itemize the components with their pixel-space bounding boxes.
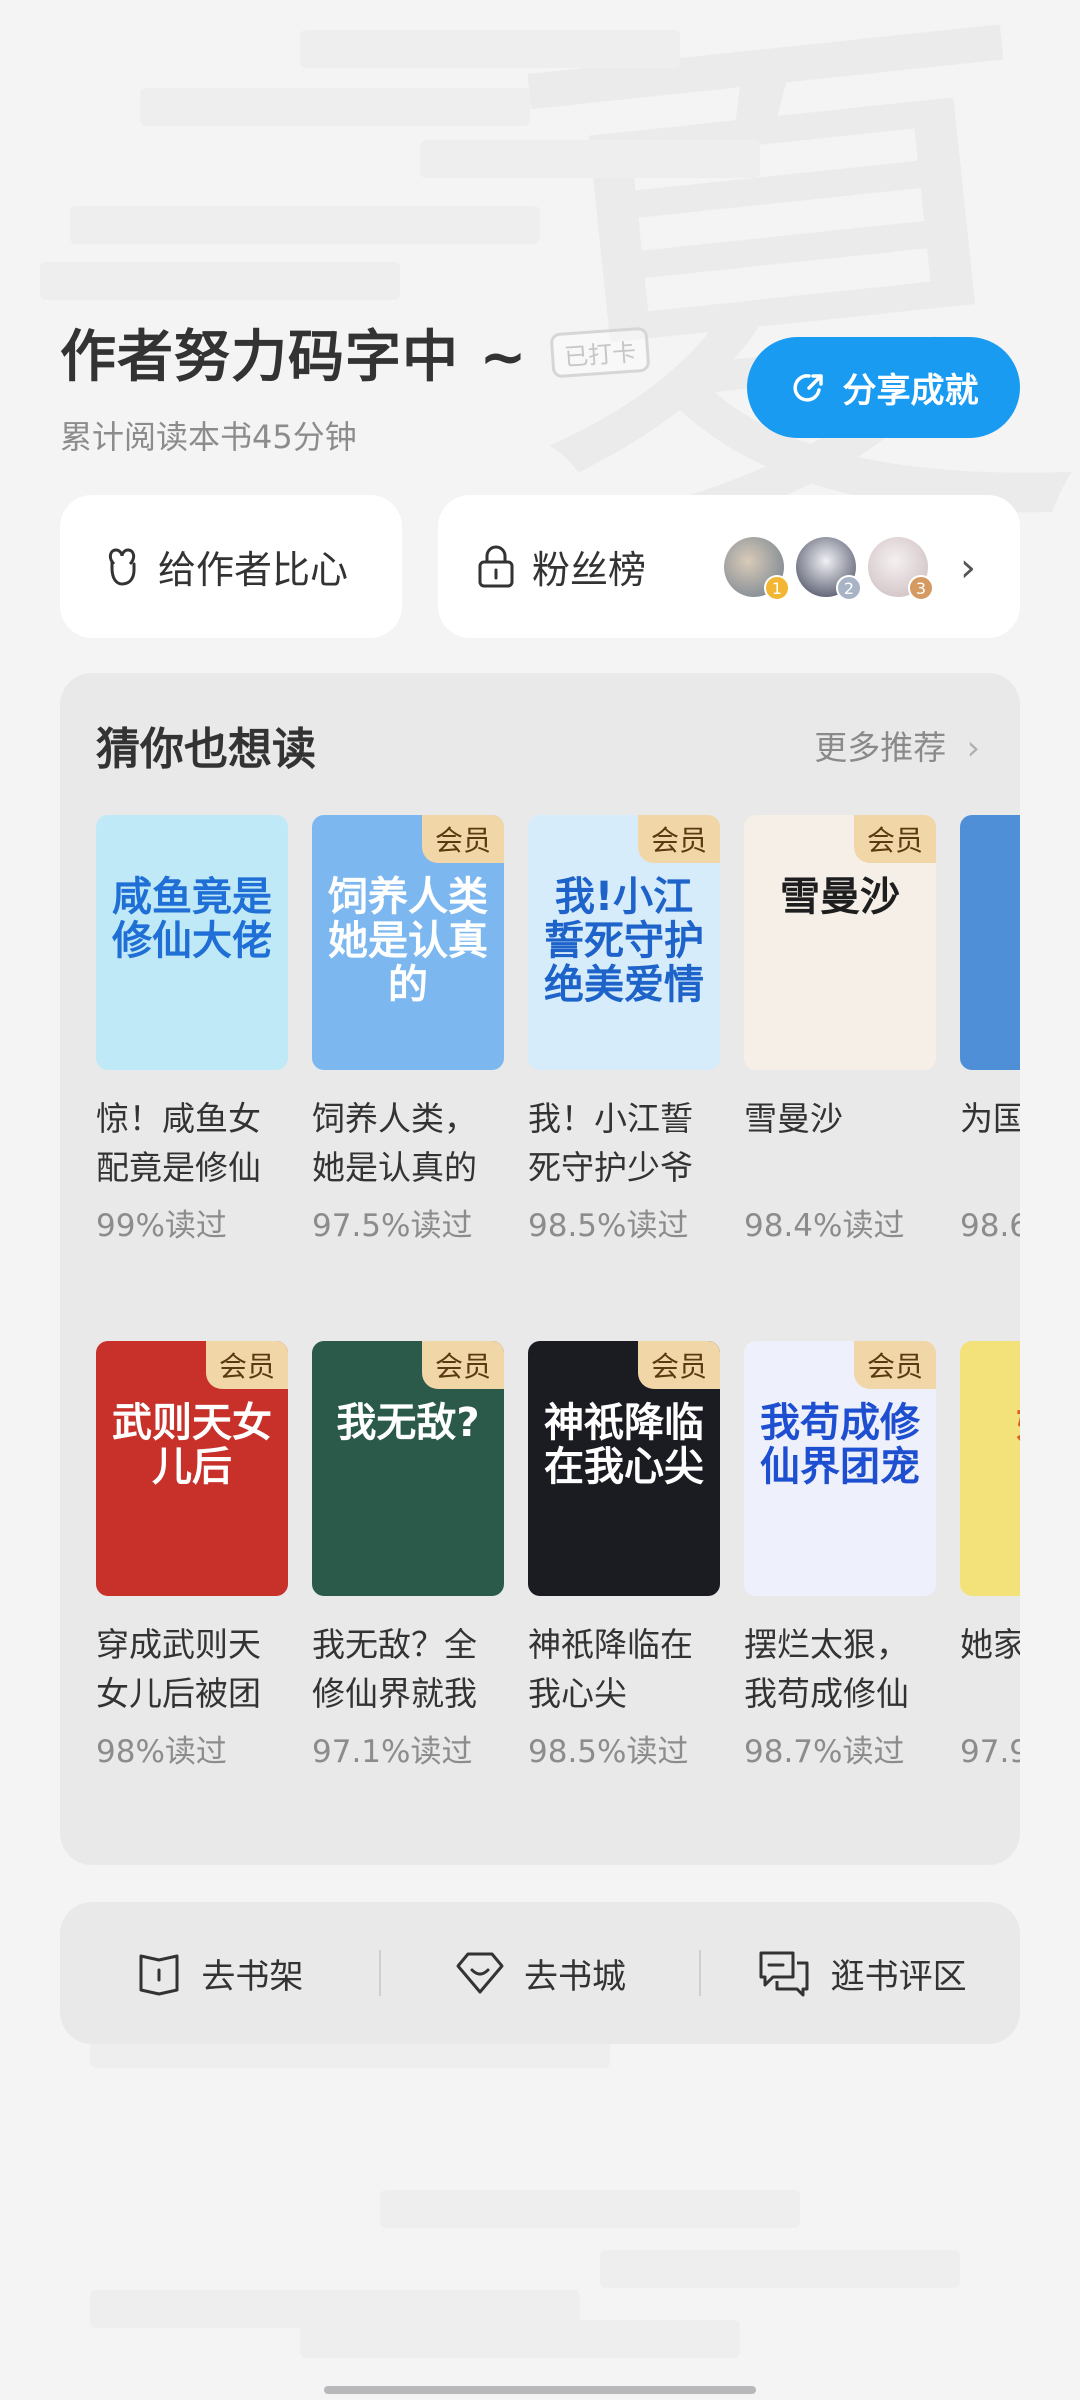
book-cover: 饲养人类她是认真的 会员	[312, 815, 504, 1070]
book-cover: 她真	[960, 1341, 1020, 1596]
vip-badge: 会员	[854, 815, 936, 863]
browse-comments-label: 逛书评区	[830, 1956, 967, 1997]
vip-badge: 会员	[206, 1341, 288, 1389]
share-button-label: 分享成就	[842, 371, 979, 411]
home-indicator	[324, 2386, 756, 2394]
rank-badge-gold: 1	[764, 575, 790, 601]
read-percentage: 97.1%读过	[312, 1734, 473, 1770]
go-bookstore-label: 去书城	[524, 1956, 626, 1997]
read-percentage: 98.4%读过	[744, 1208, 905, 1244]
book-cover: 雪曼沙 会员	[744, 815, 936, 1070]
fans-ranking-label: 粉丝榜	[532, 548, 647, 592]
cover-title-art: 饲养人类她是认真的	[328, 874, 488, 1008]
book-title: 为国满级	[960, 1099, 1020, 1138]
top-fans-avatars: 1 2 3	[724, 537, 940, 601]
cover-title-art: 她真	[970, 1401, 1020, 1445]
more-recommendations-label: 更多推荐	[814, 728, 947, 767]
book-cover: 武则天女儿后 会员	[96, 1341, 288, 1596]
read-percentage: 97.5%读过	[312, 1208, 473, 1244]
book-row: 武则天女儿后 会员穿成武则天女儿后被团 98%读过 我无敌? 会员我无敌？全修仙界就我 9…	[96, 1341, 1020, 1801]
more-recommendations-link[interactable]: 更多推荐 ›	[814, 721, 980, 769]
book-cover: 咸鱼竟是修仙大佬	[96, 815, 288, 1070]
go-bookshelf-button[interactable]: 去书架	[60, 1948, 379, 1998]
book-title: 神祇降临在我心尖	[528, 1625, 693, 1713]
page-title: 作者努力码字中 ~	[60, 324, 528, 390]
book-title: 雪曼沙	[744, 1099, 843, 1138]
book-card[interactable]: 我无敌? 会员我无敌？全修仙界就我 97.1%读过	[312, 1341, 504, 1771]
reading-summary-header: 作者努力码字中 ~ 已打卡 累计阅读本书45分钟 分享成就	[60, 312, 1020, 462]
book-card[interactable]: 神祇降临在我心尖 会员神祇降临在我心尖 98.5%读过	[528, 1341, 720, 1771]
read-percentage: 98.5%读过	[528, 1734, 689, 1770]
read-percentage: 99%读过	[96, 1208, 227, 1244]
cover-title-art: 雪曼沙	[780, 874, 900, 920]
read-percentage: 98%读过	[96, 1734, 227, 1770]
vip-badge: 会员	[638, 815, 720, 863]
book-cover: 满	[960, 815, 1020, 1070]
vip-badge: 会员	[422, 815, 504, 863]
cover-title-art: 咸鱼竟是修仙大佬	[112, 874, 272, 964]
read-percentage: 98.6%读过	[960, 1208, 1020, 1244]
vip-badge: 会员	[422, 1341, 504, 1389]
recommendation-panel: 猜你也想读 更多推荐 › 咸鱼竟是修仙大佬惊！咸鱼女配竟是修仙 99%读过 饲养人类…	[60, 673, 1020, 1865]
book-card[interactable]: 她真她家矿 97.9%读过	[960, 1341, 1020, 1771]
browse-comments-button[interactable]: 逛书评区	[701, 1947, 1020, 1999]
read-percentage: 98.5%读过	[528, 1208, 689, 1244]
cover-title-art: 我!小江誓死守护绝美爱情	[544, 874, 704, 1008]
recommendation-title: 猜你也想读	[96, 724, 316, 775]
book-cover: 我无敌? 会员	[312, 1341, 504, 1596]
book-title: 饲养人类，她是认真的	[312, 1099, 477, 1187]
avatar: 3	[868, 537, 934, 601]
book-title: 她家矿	[960, 1625, 1020, 1664]
comment-bubble-icon	[759, 1951, 809, 1997]
bookstore-icon	[456, 1952, 504, 1994]
book-cover: 我!小江誓死守护绝美爱情 会员	[528, 815, 720, 1070]
cover-title-art: 武则天女儿后	[112, 1400, 272, 1490]
go-bookstore-button[interactable]: 去书城	[381, 1948, 700, 1998]
book-title: 摆烂太狠，我苟成修仙	[744, 1625, 909, 1713]
book-row: 咸鱼竟是修仙大佬惊！咸鱼女配竟是修仙 99%读过 饲养人类她是认真的 会员饲养人类，她…	[96, 815, 1020, 1275]
rank-badge-silver: 2	[836, 575, 862, 601]
cover-title-art: 神祇降临在我心尖	[544, 1400, 704, 1490]
give-heart-label: 给作者比心	[158, 548, 349, 592]
book-card[interactable]: 满为国满级 98.6%读过	[960, 815, 1020, 1245]
heart-gesture-icon	[108, 547, 136, 586]
checked-in-stamp: 已打卡	[549, 326, 651, 378]
avatar: 2	[796, 537, 862, 601]
share-icon	[792, 373, 823, 402]
rank-badge-bronze: 3	[908, 575, 934, 601]
book-card[interactable]: 雪曼沙 会员雪曼沙 98.4%读过	[744, 815, 936, 1245]
fans-ranking-button[interactable]: 粉丝榜 1 2 3 ›	[438, 495, 1020, 638]
vip-badge: 会员	[854, 1341, 936, 1389]
book-card[interactable]: 武则天女儿后 会员穿成武则天女儿后被团 98%读过	[96, 1341, 288, 1771]
read-percentage: 97.9%读过	[960, 1734, 1020, 1770]
cover-title-art: 我苟成修仙界团宠	[760, 1400, 920, 1490]
book-cover: 我苟成修仙界团宠 会员	[744, 1341, 936, 1596]
book-title: 惊！咸鱼女配竟是修仙	[96, 1099, 261, 1187]
book-card[interactable]: 我!小江誓死守护绝美爱情 会员我！小江誓死守护少爷 98.5%读过	[528, 815, 720, 1245]
book-card[interactable]: 饲养人类她是认真的 会员饲养人类，她是认真的 97.5%读过	[312, 815, 504, 1245]
give-heart-button[interactable]: 给作者比心	[60, 495, 402, 638]
book-cover: 神祇降临在我心尖 会员	[528, 1341, 720, 1596]
vip-badge: 会员	[638, 1341, 720, 1389]
cover-title-art: 满	[970, 875, 1020, 919]
read-percentage: 98.7%读过	[744, 1734, 905, 1770]
book-title: 穿成武则天女儿后被团	[96, 1625, 261, 1713]
lock-trophy-icon	[478, 545, 514, 587]
book-title: 我！小江誓死守护少爷	[528, 1099, 693, 1187]
share-achievement-button[interactable]: 分享成就	[747, 337, 1020, 438]
bookshelf-icon	[139, 1954, 179, 1996]
book-card[interactable]: 咸鱼竟是修仙大佬惊！咸鱼女配竟是修仙 99%读过	[96, 815, 288, 1245]
go-bookshelf-label: 去书架	[201, 1956, 304, 1997]
avatar: 1	[724, 537, 790, 601]
chevron-right-icon: ›	[960, 545, 976, 591]
bottom-navigation: 去书架 去书城 逛书评区	[60, 1902, 1020, 2044]
cover-title-art: 我无敌?	[336, 1400, 480, 1446]
book-card[interactable]: 我苟成修仙界团宠 会员摆烂太狠，我苟成修仙 98.7%读过	[744, 1341, 936, 1771]
chevron-right-icon: ›	[966, 728, 980, 767]
book-title: 我无敌？全修仙界就我	[312, 1625, 477, 1713]
